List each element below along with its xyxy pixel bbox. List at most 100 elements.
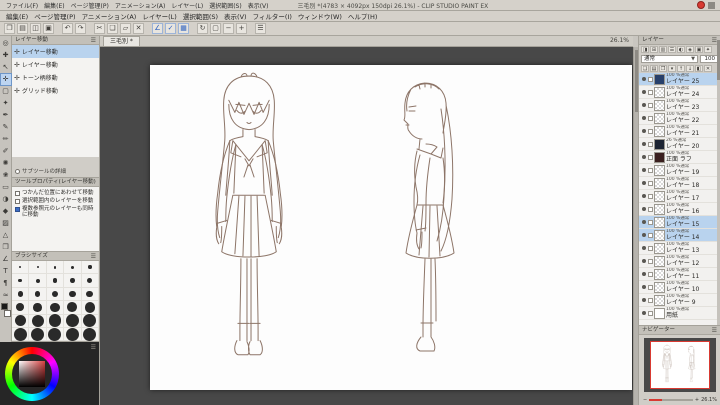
layer-thumbnail[interactable] (654, 203, 665, 215)
zoom-in-icon[interactable]: + (236, 23, 247, 34)
fill-tool[interactable]: ◆ (1, 206, 11, 217)
layer-thumbnail[interactable] (654, 242, 665, 254)
subtool-item[interactable]: ✛ レイヤー移動 (12, 58, 99, 71)
layer-checkbox[interactable] (648, 271, 653, 277)
menu-item[interactable]: 表示(V) (221, 11, 250, 21)
menu-item[interactable]: ヘルプ(H) (345, 11, 380, 21)
tool-property-header[interactable]: ツールプロパティ(レイヤー移動) (12, 178, 99, 187)
menu-item[interactable]: 選択範囲(S) (180, 11, 221, 21)
reference-layer-icon[interactable]: ✦ (704, 46, 712, 53)
レイヤー 20[interactable]: 26 %通常 レイヤー 20 (639, 138, 720, 151)
レイヤー 18[interactable]: 100 %通常 レイヤー 18 (639, 177, 720, 190)
duplicate-layer-icon[interactable]: ❐ (659, 65, 667, 72)
layer-checkbox[interactable] (648, 141, 653, 147)
selection-tool[interactable]: ▢ (1, 86, 11, 97)
brush-size-cell[interactable] (12, 301, 30, 315)
visibility-eye-icon[interactable] (640, 76, 647, 83)
layer-thumbnail[interactable] (654, 125, 665, 137)
new-file-icon[interactable]: ❐ (4, 23, 15, 34)
brush-size-cell[interactable] (64, 327, 82, 341)
visibility-eye-icon[interactable] (640, 219, 647, 226)
brush-tool[interactable]: ✐ (1, 146, 11, 157)
レイヤー 10[interactable]: 100 %通常 レイヤー 10 (639, 281, 720, 294)
frame-border-tool[interactable]: ❒ (1, 242, 11, 253)
layer-thumbnail[interactable] (654, 86, 665, 98)
layer-checkbox[interactable] (648, 310, 653, 316)
layer-checkbox[interactable] (648, 154, 653, 160)
visibility-eye-icon[interactable] (640, 232, 647, 239)
visibility-eye-icon[interactable] (640, 245, 647, 252)
layer-color-icon[interactable]: ◨ (641, 46, 649, 53)
layer-thumbnail[interactable] (654, 281, 665, 293)
opacity-icon[interactable]: ◐ (677, 46, 685, 53)
figure-tool[interactable]: △ (1, 230, 11, 241)
sub-color-swatch[interactable] (3, 310, 11, 317)
ruler-tool[interactable]: ∠ (1, 254, 11, 265)
subtool-item[interactable]: ✛ トーン柄移動 (12, 71, 99, 84)
menu-item[interactable]: 編集(E) (3, 11, 31, 21)
layer-thumbnail[interactable] (654, 190, 665, 202)
visibility-eye-icon[interactable] (640, 297, 647, 304)
merge-down-icon[interactable]: ▾ (668, 65, 676, 72)
subtool-item[interactable]: ✛ レイヤー移動 (12, 45, 99, 58)
layer-checkbox[interactable] (648, 76, 653, 82)
snap-ruler-icon[interactable]: ∠ (152, 23, 163, 34)
レイヤー 16[interactable]: 100 %通常 レイヤー 16 (639, 203, 720, 216)
brush-size-cell[interactable] (81, 314, 99, 328)
visibility-eye-icon[interactable] (640, 89, 647, 96)
brush-size-cell[interactable] (29, 261, 47, 275)
レイヤー 19[interactable]: 100 %通常 レイヤー 19 (639, 164, 720, 177)
layer-thumbnail[interactable] (654, 307, 665, 319)
brush-size-cell[interactable] (64, 314, 82, 328)
blend-tool[interactable]: ◑ (1, 194, 11, 205)
visibility-eye-icon[interactable] (640, 206, 647, 213)
レイヤー 22[interactable]: 100 %通常 レイヤー 22 (639, 112, 720, 125)
menu-item[interactable]: レイヤー(L) (168, 1, 206, 10)
layer-checkbox[interactable] (648, 193, 653, 199)
brush-size-cell[interactable] (81, 327, 99, 341)
separator[interactable] (191, 23, 195, 34)
new-layer-icon[interactable]: ❏ (641, 65, 649, 72)
visibility-eye-icon[interactable] (640, 193, 647, 200)
brush-size-cell[interactable] (46, 314, 65, 328)
menu-item[interactable]: アニメーション(A) (112, 1, 169, 10)
layer-thumbnail[interactable] (654, 177, 665, 189)
visibility-eye-icon[interactable] (640, 102, 647, 109)
visibility-eye-icon[interactable] (640, 310, 647, 317)
canvas-tab[interactable]: 三毛別 * (103, 36, 140, 46)
canvas-area[interactable] (100, 47, 633, 405)
airbrush-tool[interactable]: ✺ (1, 158, 11, 169)
レイヤー 24[interactable]: 100 %通常 レイヤー 24 (639, 86, 720, 99)
zoom-slider[interactable] (649, 398, 693, 401)
new-folder-icon[interactable]: ▤ (650, 65, 658, 72)
brush-size-cell[interactable] (12, 327, 30, 341)
layer-move-tool[interactable]: ✛ (0, 73, 12, 86)
layer-checkbox[interactable] (648, 206, 653, 212)
brush-size-cell[interactable] (46, 274, 65, 288)
lock-pixels-icon[interactable]: ▣ (695, 46, 703, 53)
paste-icon[interactable]: ▱ (120, 23, 131, 34)
eraser-tool[interactable]: ▭ (1, 182, 11, 193)
layer-thumbnail[interactable] (654, 255, 665, 267)
separator[interactable] (88, 23, 92, 34)
brush-size-cell[interactable] (46, 261, 65, 275)
brush-size-cell[interactable] (64, 261, 82, 275)
正面 ラフ[interactable]: 100 %通常 正面 ラフ (639, 151, 720, 164)
layer-checkbox[interactable] (648, 232, 653, 238)
tone-icon[interactable]: ▥ (659, 46, 667, 53)
move-layer-down-icon[interactable]: ↓ (686, 65, 694, 72)
brush-size-cell[interactable] (12, 287, 30, 302)
layer-checkbox[interactable] (648, 102, 653, 108)
color-swatches[interactable] (0, 303, 11, 317)
panel-menu-icon[interactable]: ☰ (91, 36, 96, 44)
brush-size-cell[interactable] (46, 287, 65, 302)
レイヤー 15[interactable]: 100 %通常 レイヤー 15 (639, 216, 720, 229)
main-color-swatch[interactable] (0, 303, 8, 310)
visibility-eye-icon[interactable] (640, 258, 647, 265)
brush-size-cell[interactable] (12, 261, 30, 275)
layer-panel-header[interactable]: レイヤー ☰ (639, 36, 720, 45)
brush-size-cell[interactable] (64, 301, 82, 315)
window-control-icon[interactable] (708, 1, 715, 9)
zoom-out-button[interactable]: − (643, 397, 647, 403)
menu-item[interactable]: アニメーション(A) (79, 11, 140, 21)
